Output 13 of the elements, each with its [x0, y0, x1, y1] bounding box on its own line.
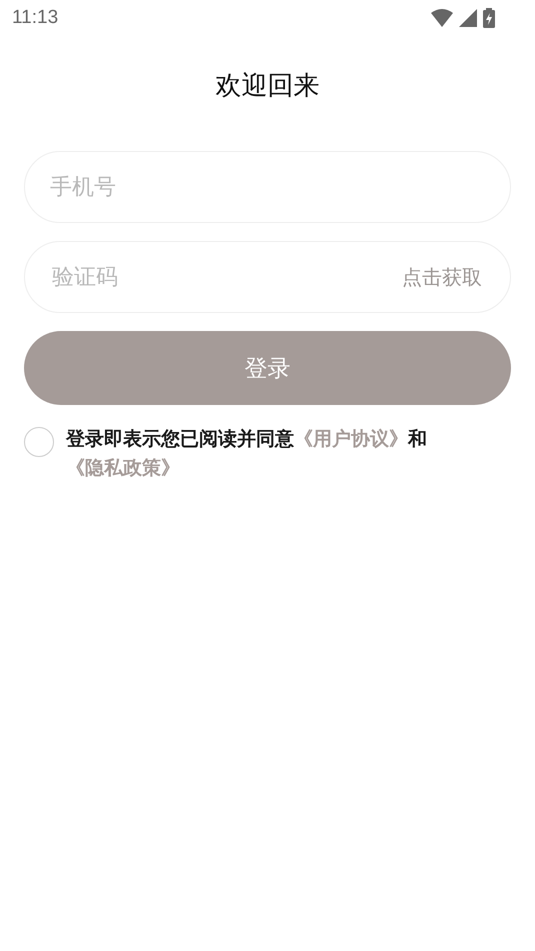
- wifi-icon: [431, 9, 453, 27]
- phone-field[interactable]: 手机号: [24, 151, 511, 223]
- code-field-box[interactable]: 验证码 点击获取: [24, 241, 511, 313]
- get-code-button[interactable]: 点击获取: [402, 264, 482, 290]
- agreement-text: 登录即表示您已阅读并同意《用户协议》和 《隐私政策》: [66, 427, 428, 481]
- policy-link[interactable]: 《隐私政策》: [66, 457, 180, 479]
- page-title: 欢迎回来: [216, 70, 320, 103]
- code-field[interactable]: 验证码: [50, 264, 402, 290]
- policy-link[interactable]: 《用户协议》: [294, 428, 408, 450]
- agree-radio[interactable]: [24, 427, 54, 457]
- signal-icon: [459, 9, 477, 27]
- status-time: 11:13: [12, 7, 58, 29]
- battery-icon: [483, 8, 495, 28]
